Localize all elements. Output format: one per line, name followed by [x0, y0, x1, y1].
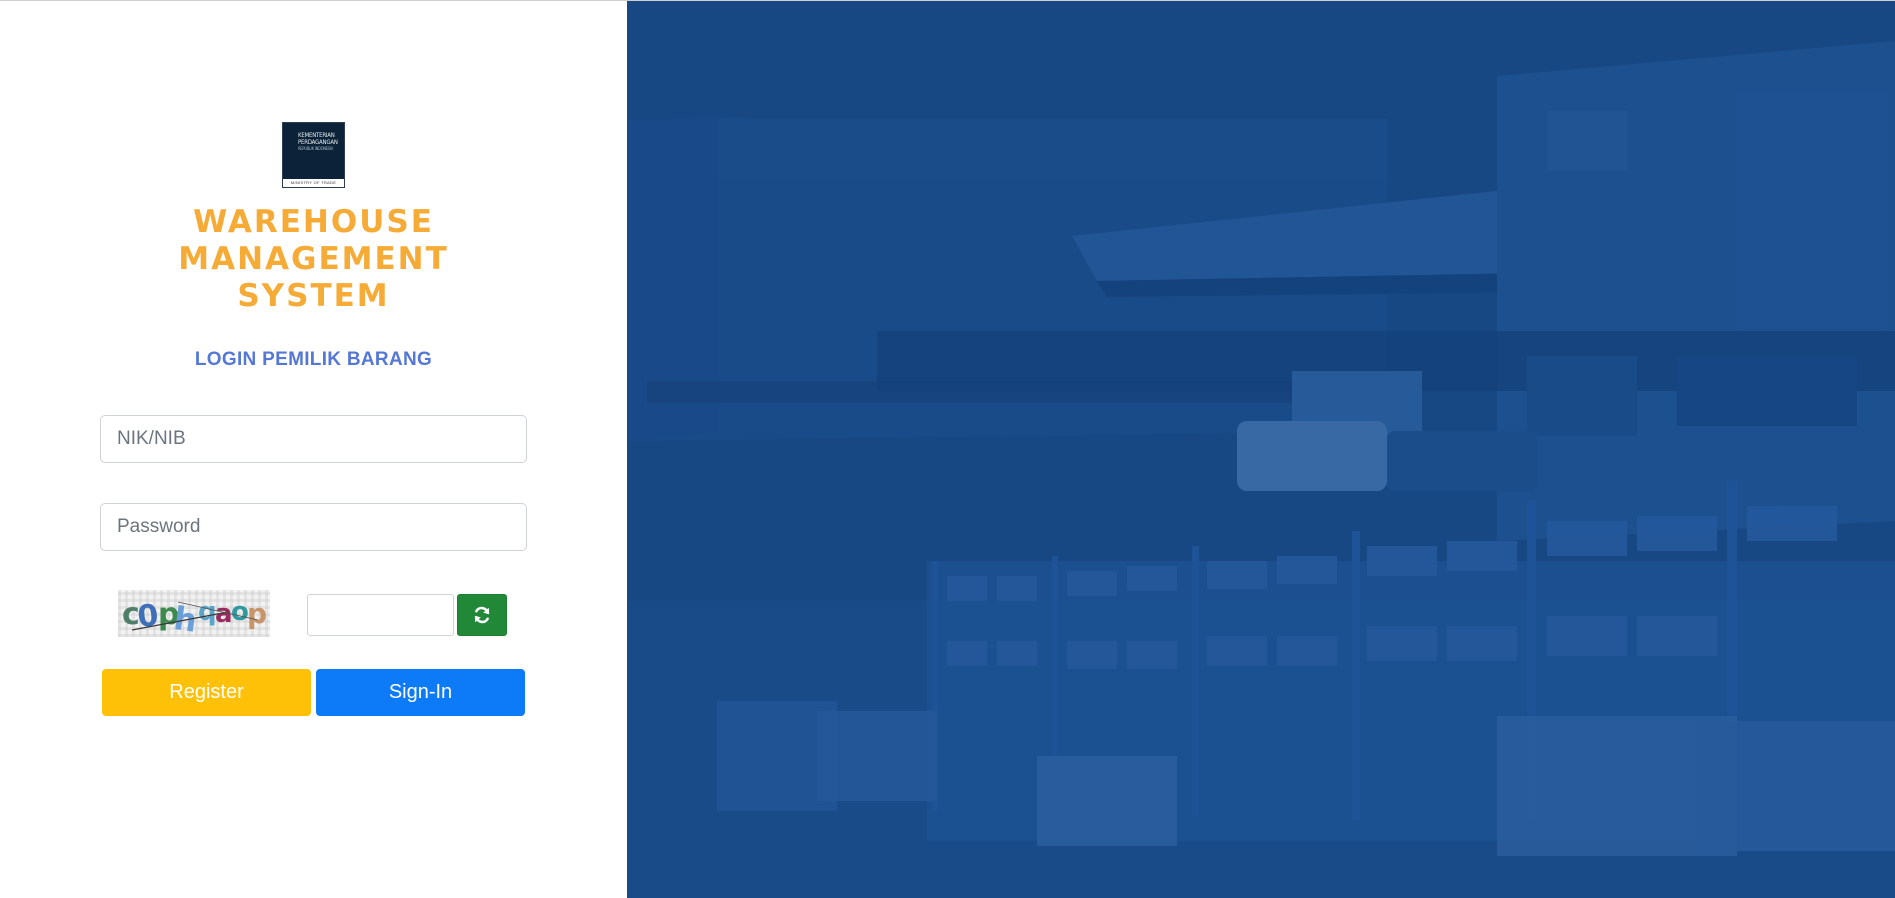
logo-text: KEMENTERIAN PERDAGANGAN REPUBLIK INDONES… — [298, 132, 344, 152]
register-button[interactable]: Register — [102, 669, 311, 716]
logo-footer: MINISTRY OF TRADE — [283, 178, 344, 187]
login-page: KEMENTERIAN PERDAGANGAN REPUBLIK INDONES… — [0, 0, 1895, 898]
hero-background-image — [627, 1, 1895, 898]
captcha-input[interactable] — [307, 594, 454, 636]
refresh-captcha-button[interactable] — [457, 594, 507, 636]
svg-text:0: 0 — [136, 598, 160, 635]
signin-button[interactable]: Sign-In — [316, 669, 525, 716]
captcha-image: c 0 p h q a o p — [118, 590, 270, 637]
app-title-line-3: SYSTEM — [237, 278, 390, 314]
logo-subline: REPUBLIK INDONESIA — [298, 146, 334, 151]
login-heading: LOGIN PEMILIK BARANG — [194, 349, 433, 370]
logo-line-2: PERDAGANGAN — [298, 139, 338, 146]
ministry-logo: KEMENTERIAN PERDAGANGAN REPUBLIK INDONES… — [282, 122, 345, 188]
app-title: WAREHOUSE MANAGEMENT SYSTEM — [150, 204, 477, 315]
warehouse-illustration — [627, 1, 1895, 898]
nik-nib-input[interactable] — [100, 415, 527, 463]
logo-line-1: KEMENTERIAN — [298, 132, 335, 139]
app-title-line-1: WAREHOUSE — [193, 204, 434, 240]
app-title-line-2: MANAGEMENT — [178, 241, 449, 277]
refresh-icon — [474, 606, 490, 624]
svg-text:q: q — [198, 597, 217, 627]
password-input[interactable] — [100, 503, 527, 551]
svg-text:p: p — [247, 597, 267, 630]
login-panel: KEMENTERIAN PERDAGANGAN REPUBLIK INDONES… — [0, 1, 627, 898]
